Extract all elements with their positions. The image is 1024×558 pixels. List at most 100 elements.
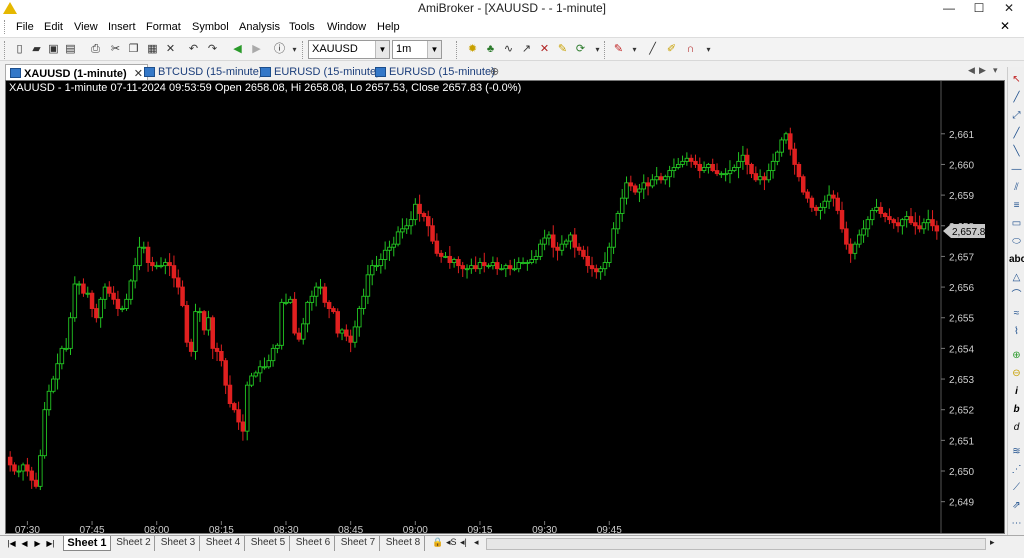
tab-eurusd-1[interactable]: EURUSD (15-minute): [256, 64, 384, 81]
menu-edit[interactable]: Edit: [44, 21, 63, 33]
chevron-down-icon[interactable]: ▼: [375, 41, 389, 58]
refresh-icon[interactable]: ⟳: [573, 42, 588, 57]
sheet-tab-7[interactable]: Sheet 7: [337, 536, 380, 551]
open-folder-icon[interactable]: ▰: [29, 42, 44, 57]
arc-icon[interactable]: ⌒: [1009, 287, 1024, 304]
speed-lines-icon[interactable]: ⋰: [1009, 461, 1024, 478]
sheet-tab-8[interactable]: Sheet 8: [382, 536, 425, 551]
redo-icon[interactable]: ↷: [205, 42, 220, 57]
zoom-in-icon[interactable]: ⊕: [1009, 347, 1024, 364]
new-icon[interactable]: ▯: [12, 42, 27, 57]
ray-icon[interactable]: ⤢: [1009, 107, 1024, 124]
more-tools-icon[interactable]: ⋯: [1009, 515, 1024, 532]
sheet-tab-1[interactable]: Sheet 1: [63, 536, 111, 551]
print-icon[interactable]: ⎙: [88, 42, 103, 57]
cycles-icon[interactable]: ≋: [1009, 443, 1024, 460]
delete-icon[interactable]: ✕: [163, 42, 178, 57]
extended-line-icon[interactable]: ╱: [1009, 125, 1024, 142]
menu-insert[interactable]: Insert: [108, 21, 136, 33]
menu-analysis[interactable]: Analysis: [239, 21, 280, 33]
pencil-icon[interactable]: ✐: [664, 42, 679, 57]
rectangle-icon[interactable]: ▭: [1009, 215, 1024, 232]
new-tab-icon[interactable]: ⊕: [490, 65, 499, 78]
scroll-right-icon[interactable]: ▸: [990, 537, 995, 548]
sync-scroll-icon[interactable]: ◂S: [446, 537, 457, 548]
wave-icon[interactable]: ≈: [1009, 305, 1024, 322]
prev-sheet-icon[interactable]: ◀: [19, 537, 30, 550]
fibonacci-icon[interactable]: ≡: [1009, 197, 1024, 214]
mdi-close-button[interactable]: ✕: [1000, 19, 1010, 33]
gann-icon[interactable]: ⟋: [1009, 479, 1024, 496]
sheet-tab-4[interactable]: Sheet 4: [202, 536, 245, 551]
crosshair-icon[interactable]: ✕: [537, 42, 552, 57]
pointer-icon[interactable]: ↖: [1009, 71, 1024, 88]
info-icon[interactable]: ⓘ: [272, 42, 287, 57]
trendline-icon[interactable]: ╱: [1009, 89, 1024, 106]
bold-icon[interactable]: b: [1009, 401, 1024, 418]
menu-window[interactable]: Window: [327, 21, 366, 33]
menu-symbol[interactable]: Symbol: [192, 21, 229, 33]
menu-file[interactable]: File: [16, 21, 34, 33]
sheet-tab-5[interactable]: Sheet 5: [247, 536, 290, 551]
interval-combo[interactable]: 1m ▼: [392, 40, 442, 59]
color-dropdown-icon[interactable]: ▾: [627, 42, 642, 57]
back-icon[interactable]: ◀: [230, 42, 245, 57]
menu-tools[interactable]: Tools: [289, 21, 315, 33]
paste-icon[interactable]: ▦: [145, 42, 160, 57]
arrow-icon[interactable]: ⇗: [1009, 497, 1024, 514]
lock-icon[interactable]: 🔒: [432, 537, 443, 548]
forward-icon[interactable]: ▶: [249, 42, 264, 57]
scroll-start-icon[interactable]: ◂|: [460, 537, 467, 548]
channel-icon[interactable]: ⫽: [1009, 179, 1024, 196]
candlestick-plot[interactable]: 2,649 2,650 2,651 2,652 2,653 2,654 2,655 2,656…: [6, 81, 1005, 534]
tab-scroll-left-icon[interactable]: ◀: [968, 65, 975, 76]
d-icon[interactable]: d: [1009, 419, 1024, 436]
zoom-out-icon[interactable]: ⊖: [1009, 365, 1024, 382]
text-tool-icon[interactable]: abc: [1009, 251, 1024, 268]
formula-icon[interactable]: i: [1009, 383, 1024, 400]
tab-list-icon[interactable]: ▾: [993, 65, 998, 76]
tab-eurusd-2[interactable]: EURUSD (15-minute): [371, 64, 499, 81]
pen-icon[interactable]: ╱: [645, 42, 660, 57]
zoom-icon[interactable]: ✎: [555, 42, 570, 57]
next-sheet-icon[interactable]: ▶: [32, 537, 43, 550]
symbol-combo[interactable]: XAUUSD ▼: [308, 40, 390, 59]
draw-dropdown-icon[interactable]: ▾: [701, 42, 716, 57]
save-icon[interactable]: ▣: [46, 42, 61, 57]
ellipse-icon[interactable]: ⬭: [1009, 233, 1024, 250]
vertical-line-icon[interactable]: ╲: [1009, 143, 1024, 160]
line-chart-icon[interactable]: ∿: [501, 42, 516, 57]
tab-btcusd[interactable]: BTCUSD (15-minute): [140, 64, 267, 81]
sheet-tab-2[interactable]: Sheet 2: [113, 536, 155, 551]
zigzag-icon[interactable]: ⌇: [1009, 323, 1024, 340]
tab-scroll-right-icon[interactable]: ▶: [979, 65, 986, 76]
last-sheet-icon[interactable]: ▶|: [45, 537, 56, 550]
chevron-down-icon[interactable]: ▼: [427, 41, 441, 58]
menu-help[interactable]: Help: [377, 21, 400, 33]
close-button[interactable]: ✕: [994, 0, 1024, 17]
info-dropdown-icon[interactable]: ▾: [287, 42, 302, 57]
save-all-icon[interactable]: ▤: [63, 42, 78, 57]
horizontal-scrollbar[interactable]: [486, 538, 986, 550]
bar-chart-icon[interactable]: ✹: [465, 42, 480, 57]
copy-icon[interactable]: ❐: [126, 42, 141, 57]
view-dropdown-icon[interactable]: ▾: [590, 42, 605, 57]
cut-icon[interactable]: ✂: [108, 42, 123, 57]
sheet-tab-3[interactable]: Sheet 3: [157, 536, 200, 551]
menu-view[interactable]: View: [74, 21, 98, 33]
horizontal-line-icon[interactable]: —: [1009, 161, 1024, 178]
undo-icon[interactable]: ↶: [186, 42, 201, 57]
triangle-icon[interactable]: △: [1009, 269, 1024, 286]
first-sheet-icon[interactable]: |◀: [6, 537, 17, 550]
scale-icon[interactable]: ↗: [519, 42, 534, 57]
candlestick-icon[interactable]: ♣: [483, 42, 498, 57]
minimize-button[interactable]: —: [934, 0, 964, 17]
sheet-tab-6[interactable]: Sheet 6: [292, 536, 335, 551]
magnet-icon[interactable]: ∩: [683, 42, 698, 57]
menu-format[interactable]: Format: [146, 21, 181, 33]
draw-color-icon[interactable]: ✎: [611, 42, 626, 57]
scroll-left-icon[interactable]: ◂: [474, 537, 479, 548]
tab-xauusd[interactable]: XAUUSD (1-minute) ✕: [5, 64, 148, 81]
maximize-button[interactable]: ☐: [964, 0, 994, 17]
price-chart[interactable]: 2,649 2,650 2,651 2,652 2,653 2,654 2,655 2,656…: [5, 80, 1005, 534]
